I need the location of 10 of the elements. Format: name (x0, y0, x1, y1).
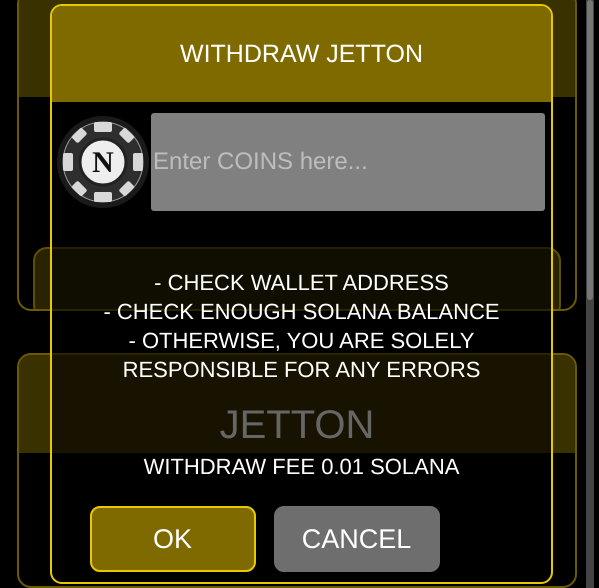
warning-text: - CHECK ENOUGH SOLANA BALANCE (103, 298, 500, 326)
card-title: JETTON (220, 405, 374, 446)
warning-text: - OTHERWISE, YOU ARE SOLELY RESPONSIBLE FOR ANY ERRORS (122, 327, 482, 384)
fee-text: WITHDRAW FEE 0.01 SOLANA (142, 454, 460, 480)
ok-button[interactable]: OK (90, 506, 256, 572)
amount-input-field[interactable]: Enter COINS here... (151, 113, 545, 211)
cancel-button[interactable]: CANCEL (274, 506, 440, 572)
warning-text: - CHECK WALLET ADDRESS (154, 269, 449, 297)
scrollbar[interactable] (586, 0, 594, 588)
dialog-title: WITHDRAW JETTON (180, 40, 424, 68)
